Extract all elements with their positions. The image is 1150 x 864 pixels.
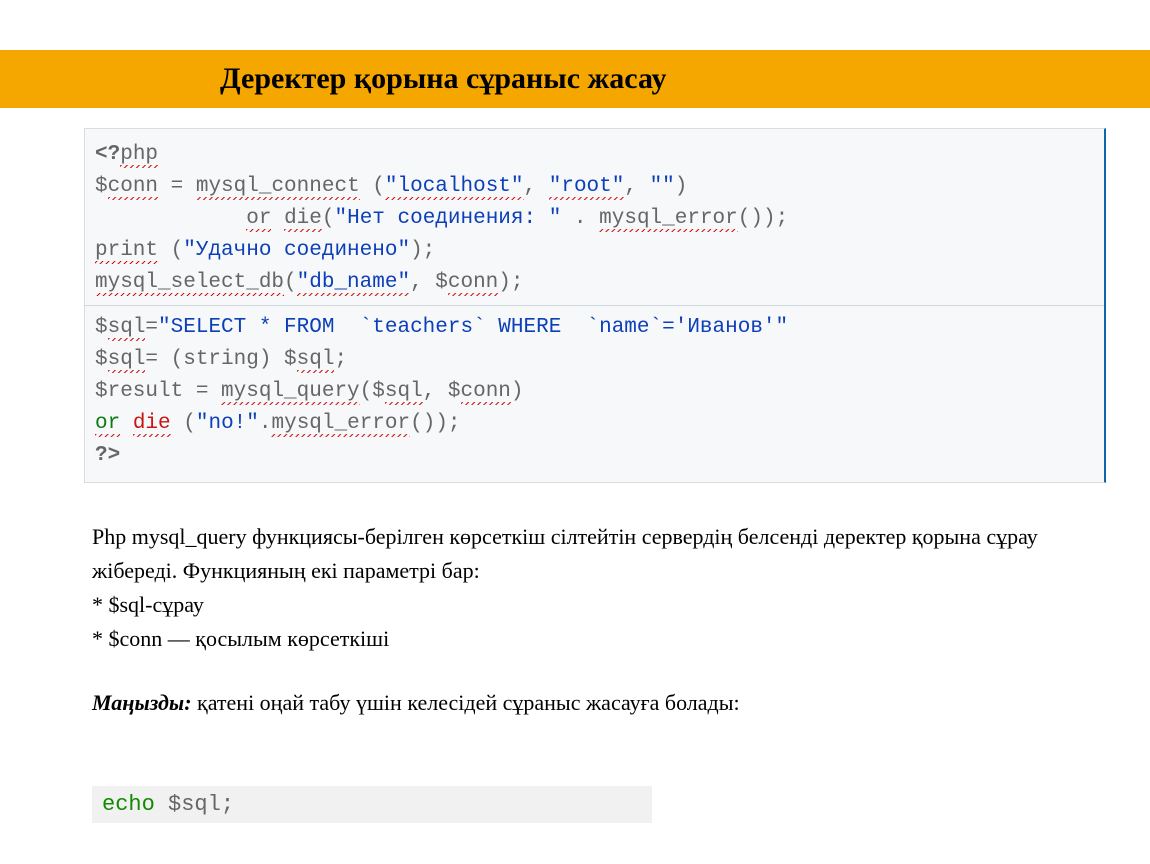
echo-keyword: echo: [102, 792, 155, 817]
title-bar: Деректер қорына сұраныс жасау: [0, 50, 1150, 108]
bullet-conn: * $conn — қосылым көрсеткіші: [92, 622, 1062, 656]
important-note: Маңызды: қатені оңай табу үшін келесідей…: [92, 686, 1062, 720]
bullet-sql: * $sql-сұрау: [92, 588, 1062, 622]
code-block-echo: echo $sql;: [92, 786, 652, 823]
page-title: Деректер қорына сұраныс жасау: [220, 62, 666, 96]
code-block-main: <?php $conn = mysql_connect ("localhost"…: [84, 128, 1106, 483]
explanation-text: Php mysql_query функциясы-берілген көрсе…: [92, 520, 1062, 720]
echo-rest: $sql;: [155, 792, 234, 817]
paragraph-intro: Php mysql_query функциясы-берілген көрсе…: [92, 520, 1062, 588]
